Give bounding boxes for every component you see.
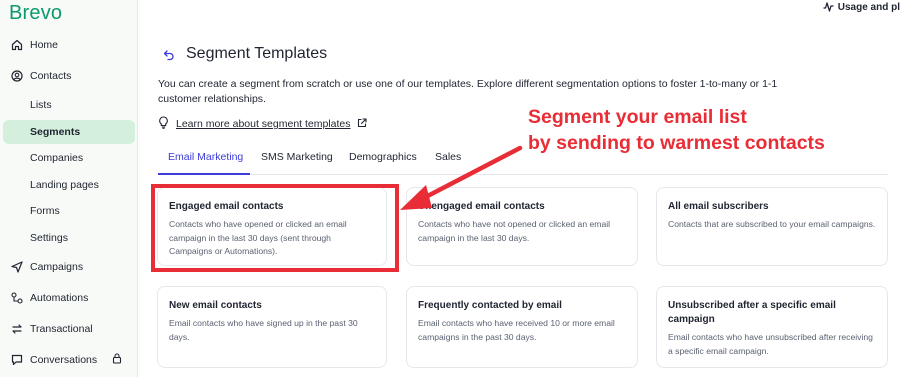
send-icon bbox=[10, 261, 23, 274]
highlight-box bbox=[151, 184, 399, 272]
chat-icon bbox=[10, 354, 23, 367]
sidebar-item-label: Companies bbox=[30, 152, 84, 164]
annotation-line-1: Segment your email list bbox=[528, 106, 747, 128]
usage-and-plan-link[interactable]: Usage and pl bbox=[823, 0, 900, 14]
transfer-icon bbox=[10, 323, 23, 336]
card-title: Unengaged email contacts bbox=[418, 201, 545, 212]
sidebar-item-label: Contacts bbox=[30, 70, 72, 82]
tab-email-marketing[interactable]: Email Marketing bbox=[168, 151, 243, 163]
annotation-line-2: by sending to warmest contacts bbox=[528, 132, 825, 154]
sidebar-item-landing-pages[interactable]: Landing pages bbox=[0, 173, 138, 197]
lock-icon bbox=[112, 353, 122, 367]
sidebar-item-contacts[interactable]: Contacts bbox=[0, 64, 138, 88]
page-title: Segment Templates bbox=[186, 45, 328, 62]
sidebar-item-automations[interactable]: Automations bbox=[0, 286, 138, 310]
sidebar-item-label: Transactional bbox=[30, 323, 93, 335]
card-description: Email contacts who have signed up in the… bbox=[169, 318, 358, 342]
back-arrow-icon[interactable] bbox=[163, 48, 175, 66]
automation-icon bbox=[10, 292, 23, 305]
template-card-frequently-contacted[interactable]: Frequently contacted by email Email cont… bbox=[406, 286, 638, 368]
lightbulb-icon bbox=[158, 116, 169, 132]
home-icon bbox=[10, 39, 23, 52]
tab-sms-marketing[interactable]: SMS Marketing bbox=[261, 151, 333, 163]
learn-more-link[interactable]: Learn more about segment templates bbox=[176, 118, 351, 130]
sidebar-item-label: Automations bbox=[30, 292, 89, 304]
sidebar-item-transactional[interactable]: Transactional bbox=[0, 317, 138, 341]
sidebar-item-label: Home bbox=[30, 39, 59, 51]
annotation-text: Segment your email list by sending to wa… bbox=[528, 104, 825, 156]
tab-demographics[interactable]: Demographics bbox=[349, 151, 417, 163]
card-title: All email subscribers bbox=[668, 201, 769, 212]
sidebar-item-label: Campaigns bbox=[30, 261, 84, 273]
template-card-unengaged[interactable]: Unengaged email contacts Contacts who ha… bbox=[406, 187, 638, 266]
template-card-unsubscribed-after-campaign[interactable]: Unsubscribed after a specific email camp… bbox=[656, 286, 888, 368]
card-description: Email contacts who have received 10 or m… bbox=[418, 318, 615, 342]
sidebar-item-label: Lists bbox=[30, 99, 52, 111]
activity-icon bbox=[823, 2, 834, 12]
sidebar: Brevo Home Contacts Lists Segments Compa… bbox=[0, 0, 138, 377]
template-card-all-subscribers[interactable]: All email subscribers Contacts that are … bbox=[656, 187, 888, 266]
sidebar-item-label: Settings bbox=[30, 232, 68, 244]
sidebar-item-home[interactable]: Home bbox=[0, 33, 138, 57]
card-description: Contacts that are subscribed to your ema… bbox=[668, 219, 876, 229]
card-title: New email contacts bbox=[169, 300, 262, 311]
card-title: Frequently contacted by email bbox=[418, 300, 562, 311]
sidebar-item-campaigns[interactable]: Campaigns bbox=[0, 255, 138, 279]
template-card-new-contacts[interactable]: New email contacts Email contacts who ha… bbox=[157, 286, 387, 368]
sidebar-item-conversations[interactable]: Conversations bbox=[0, 348, 138, 372]
sidebar-item-segments[interactable]: Segments bbox=[3, 120, 135, 144]
card-description: Contacts who have not opened or clicked … bbox=[418, 219, 611, 243]
sidebar-item-label: Conversations bbox=[30, 354, 98, 366]
page-description: You can create a segment from scratch or… bbox=[158, 78, 778, 105]
sidebar-item-companies[interactable]: Companies bbox=[0, 146, 138, 170]
learn-more-row: Learn more about segment templates bbox=[158, 116, 367, 132]
sidebar-item-settings[interactable]: Settings bbox=[0, 226, 138, 250]
card-description: Email contacts who have unsubscribed aft… bbox=[668, 332, 873, 356]
sidebar-item-label: Segments bbox=[30, 126, 81, 138]
active-tab-indicator bbox=[158, 173, 250, 175]
tab-sales[interactable]: Sales bbox=[435, 151, 461, 163]
sidebar-item-forms[interactable]: Forms bbox=[0, 199, 138, 223]
sidebar-item-label: Forms bbox=[30, 205, 60, 217]
sidebar-item-lists[interactable]: Lists bbox=[0, 93, 138, 117]
contact-icon bbox=[10, 70, 23, 83]
brevo-logo[interactable]: Brevo bbox=[9, 2, 62, 25]
sidebar-item-label: Landing pages bbox=[30, 179, 99, 191]
external-link-icon[interactable] bbox=[357, 117, 367, 131]
card-title: Unsubscribed after a specific email camp… bbox=[668, 300, 836, 325]
usage-label: Usage and pl bbox=[837, 1, 900, 13]
